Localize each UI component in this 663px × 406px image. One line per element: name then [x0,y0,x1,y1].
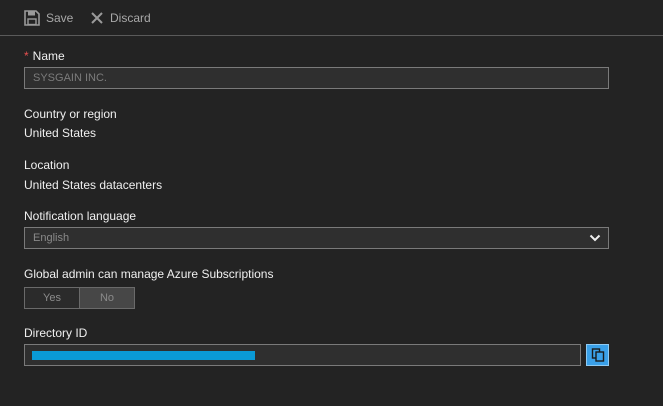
notification-language-label: Notification language [24,209,137,223]
name-input[interactable]: SYSGAIN INC. [24,67,609,89]
save-icon [24,10,40,26]
directory-id-redaction [32,351,255,360]
discard-label: Discard [110,11,151,25]
directory-id-label: Directory ID [24,326,88,340]
chevron-down-icon [589,234,601,242]
required-marker: * [24,49,29,63]
location-label: Location [24,158,70,172]
command-bar: Save Discard [0,0,663,36]
directory-id-field[interactable] [24,344,581,366]
discard-button[interactable]: Discard [90,9,151,27]
toggle-no-option[interactable]: No [80,288,134,308]
notification-language-value: English [33,232,70,244]
save-button[interactable]: Save [24,9,73,27]
copy-button[interactable] [586,344,609,366]
name-label: * Name [24,49,65,63]
global-admin-toggle: Yes No [24,287,135,309]
toggle-yes-option[interactable]: Yes [25,288,80,308]
location-value: United States datacenters [24,178,163,192]
close-icon [91,12,103,24]
name-label-text: Name [32,49,65,63]
country-label: Country or region [24,107,117,121]
save-label: Save [46,11,74,25]
copy-icon [591,348,604,362]
global-admin-label: Global admin can manage Azure Subscripti… [24,267,274,281]
notification-language-select[interactable]: English [24,227,609,249]
country-value: United States [24,126,97,140]
